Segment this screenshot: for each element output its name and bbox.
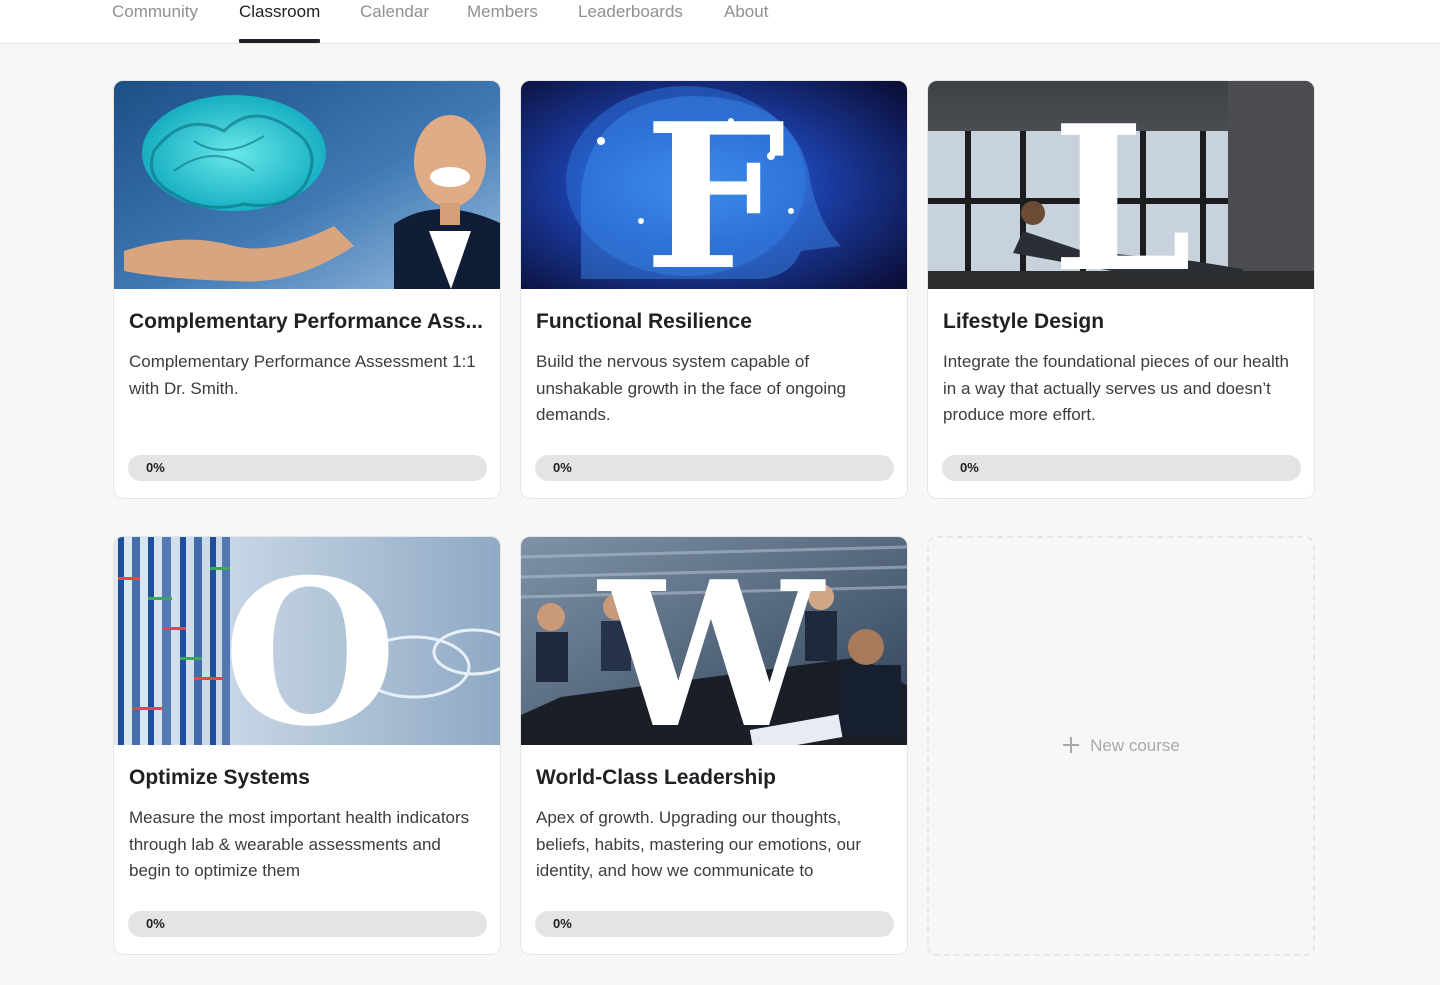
course-card[interactable]: W World-Class Leadership Apex of growth.…	[520, 536, 908, 955]
course-progress-label: 0%	[553, 460, 572, 475]
top-nav: Community Classroom Calendar Members Lea…	[0, 0, 1440, 44]
course-card[interactable]: O Optimize Systems Measure the most impo…	[113, 536, 501, 955]
course-progress-label: 0%	[553, 916, 572, 931]
new-course-label: New course	[1090, 736, 1180, 755]
course-description: Build the nervous system capable of unsh…	[536, 352, 847, 425]
course-thumbnail-image: W	[521, 537, 907, 745]
course-thumbnail-image: L	[928, 81, 1314, 289]
course-description: Measure the most important health indica…	[129, 808, 470, 881]
course-progress-bar: 0%	[535, 911, 894, 937]
course-thumbnail-image	[114, 81, 500, 289]
course-thumb-letter: O	[223, 537, 397, 745]
course-progress-bar: 0%	[128, 455, 487, 481]
course-title: Functional Resilience	[536, 310, 752, 333]
course-description: Apex of growth. Upgrading our thoughts, …	[536, 808, 862, 881]
course-thumbnail: W	[521, 537, 907, 745]
course-thumbnail: F	[521, 81, 907, 289]
course-card[interactable]: L Lifestyle Design Integrate the foundat…	[927, 80, 1315, 499]
course-progress-bar: 0%	[535, 455, 894, 481]
course-card[interactable]: Complementary Performance Ass... Complem…	[113, 80, 501, 499]
tab-about[interactable]: About	[724, 0, 768, 43]
tab-leaderboards[interactable]: Leaderboards	[578, 0, 683, 43]
course-title: Complementary Performance Ass...	[129, 310, 484, 333]
course-thumbnail: O	[114, 537, 500, 745]
course-progress-label: 0%	[146, 460, 165, 475]
course-progress-label: 0%	[146, 916, 165, 931]
course-thumbnail-image: O	[114, 537, 500, 745]
course-thumbnail-image: F	[521, 81, 907, 289]
course-title: World-Class Leadership	[536, 766, 777, 789]
tab-calendar[interactable]: Calendar	[360, 0, 429, 43]
course-progress-label: 0%	[960, 460, 979, 475]
course-description: Complementary Performance Assessment 1:1…	[129, 352, 476, 398]
course-thumb-letter: F	[644, 81, 786, 289]
new-course-button[interactable]: New course	[927, 536, 1315, 956]
plus-icon	[1063, 737, 1080, 753]
course-progress-bar: 0%	[128, 911, 487, 937]
new-course-content: New course	[929, 736, 1313, 756]
course-thumbnail: L	[928, 81, 1314, 289]
course-progress-bar: 0%	[942, 455, 1301, 481]
course-card[interactable]: F Functional Resilience Build the nervou…	[520, 80, 908, 499]
tab-community[interactable]: Community	[112, 0, 198, 43]
course-thumb-letter: W	[597, 538, 826, 745]
course-title: Lifestyle Design	[943, 310, 1105, 333]
course-thumbnail	[114, 81, 500, 289]
tab-members[interactable]: Members	[467, 0, 538, 43]
tab-classroom[interactable]: Classroom	[239, 0, 321, 43]
course-title: Optimize Systems	[129, 766, 310, 789]
course-description: Integrate the foundational pieces of our…	[943, 352, 1289, 425]
course-thumb-letter: L	[1052, 82, 1193, 289]
